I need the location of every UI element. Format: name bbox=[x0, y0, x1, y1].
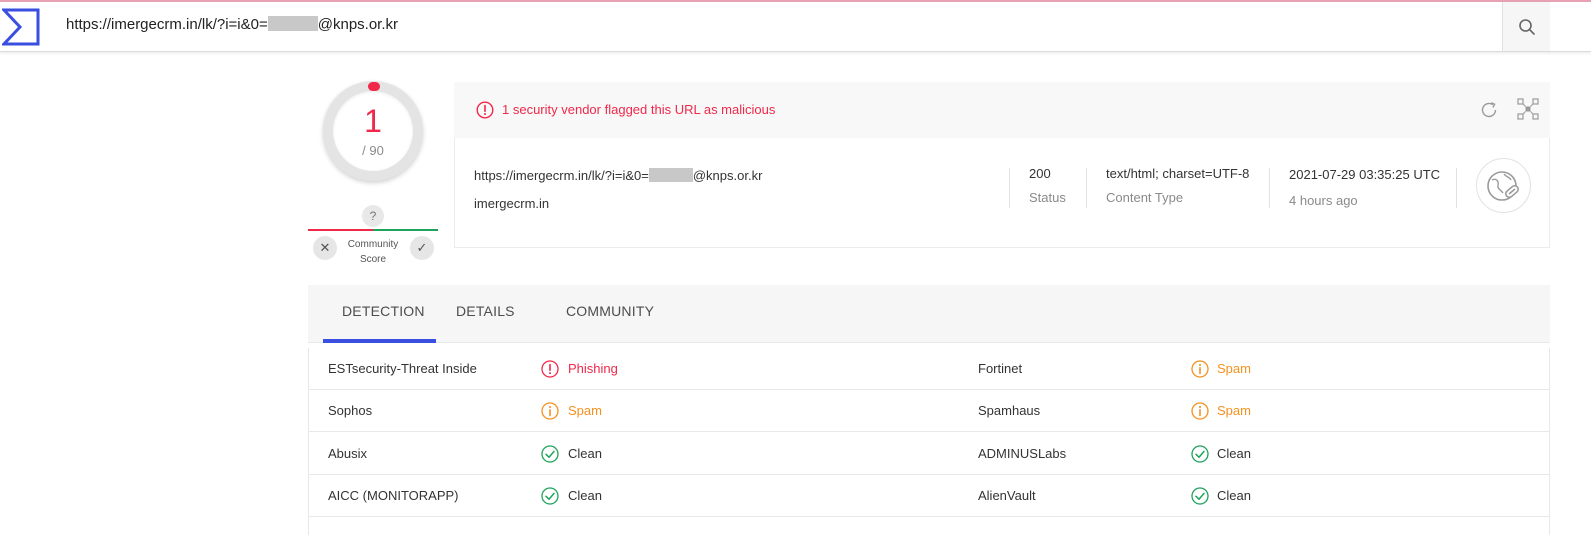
table-row bbox=[308, 475, 1550, 517]
active-tab-indicator bbox=[323, 339, 436, 343]
vendor-name: Abusix bbox=[328, 445, 368, 461]
info-circle-icon bbox=[1191, 360, 1209, 378]
tab-community[interactable]: COMMUNITY bbox=[566, 303, 654, 319]
tab-detection[interactable]: DETECTION bbox=[342, 303, 425, 319]
divider bbox=[1086, 168, 1087, 208]
vendor-name: ESTsecurity-Threat Inside bbox=[328, 361, 477, 376]
detection-count: 1 bbox=[364, 103, 382, 139]
vendor-name: AICC (MONITORAPP) bbox=[328, 487, 459, 503]
divider bbox=[1269, 168, 1270, 208]
divider bbox=[1009, 168, 1010, 208]
alert-message: 1 security vendor flagged this URL as ma… bbox=[502, 102, 776, 117]
analysis-date-value: 2021-07-29 03:35:25 UTC bbox=[1289, 167, 1441, 182]
upvote-button[interactable]: ✓ bbox=[410, 236, 434, 260]
vendor-name: Fortinet bbox=[978, 361, 1023, 376]
table-row bbox=[308, 433, 1550, 475]
graph-icon[interactable] bbox=[1517, 98, 1539, 120]
vendor-name: AlienVault bbox=[978, 487, 1036, 503]
detection-score-widget: 1 / 90 bbox=[323, 81, 423, 181]
content-type-value: text/html; charset=UTF-8 bbox=[1106, 166, 1250, 181]
vendor-name: Sophos bbox=[328, 403, 373, 419]
community-score-positive-bar bbox=[373, 229, 438, 231]
community-score-negative-bar bbox=[308, 229, 373, 231]
search-input[interactable]: https://imergecrm.in/lk/?i=i&0= @knps.or.… bbox=[66, 16, 398, 33]
http-status-label: Status bbox=[1029, 190, 1066, 205]
vendor-name: Spamhaus bbox=[978, 403, 1041, 419]
engine-total: / 90 bbox=[362, 143, 384, 158]
reanalyze-icon[interactable] bbox=[1479, 100, 1499, 120]
url-suffix: @knps.or.kr bbox=[317, 16, 399, 33]
table-row bbox=[308, 390, 1550, 433]
check-circle-icon bbox=[1191, 487, 1209, 505]
downvote-button[interactable]: ✕ bbox=[313, 236, 337, 260]
alert-circle-icon bbox=[476, 101, 494, 119]
community-score-value: ? bbox=[362, 205, 384, 227]
check-circle-icon bbox=[541, 487, 559, 505]
url-type-badge bbox=[1476, 158, 1531, 213]
content-type-label: Content Type bbox=[1106, 190, 1184, 205]
info-circle-icon bbox=[541, 402, 559, 420]
detection-result: Phishing bbox=[568, 361, 618, 376]
detection-result: Clean bbox=[568, 445, 602, 461]
analyzed-domain[interactable]: imergecrm.in bbox=[474, 196, 549, 211]
http-status-value: 200 bbox=[1029, 166, 1051, 181]
analysis-date-relative: 4 hours ago bbox=[1289, 193, 1358, 208]
detection-result: Clean bbox=[1217, 487, 1251, 503]
table-row bbox=[308, 348, 1550, 390]
redaction-block bbox=[267, 16, 318, 31]
score-indicator-dot bbox=[368, 82, 380, 91]
url-info-card bbox=[454, 138, 1550, 248]
analyzed-url[interactable]: https://imergecrm.in/lk/?i=i&0= @knps.or.… bbox=[474, 168, 762, 183]
virustotal-logo-icon[interactable] bbox=[2, 8, 40, 46]
detection-result: Spam bbox=[568, 403, 602, 419]
community-score-label: Community Score bbox=[347, 239, 399, 265]
check-circle-icon bbox=[541, 444, 559, 463]
info-circle-icon bbox=[1191, 402, 1209, 420]
detection-result: Clean bbox=[568, 487, 602, 503]
globe-link-icon bbox=[1487, 171, 1519, 201]
redaction-block bbox=[648, 168, 693, 182]
divider bbox=[1456, 168, 1457, 208]
check-circle-icon bbox=[1191, 444, 1209, 463]
search-button[interactable] bbox=[1502, 2, 1550, 51]
tab-details[interactable]: DETAILS bbox=[456, 303, 515, 319]
detection-result: Clean bbox=[1217, 445, 1251, 461]
alert-circle-icon bbox=[541, 360, 559, 378]
search-icon bbox=[1518, 18, 1535, 35]
vendor-name: ADMINUSLabs bbox=[978, 445, 1067, 461]
detection-result: Spam bbox=[1217, 361, 1251, 376]
url-prefix: https://imergecrm.in/lk/?i=i&0= bbox=[66, 16, 268, 33]
detection-result: Spam bbox=[1217, 403, 1251, 419]
